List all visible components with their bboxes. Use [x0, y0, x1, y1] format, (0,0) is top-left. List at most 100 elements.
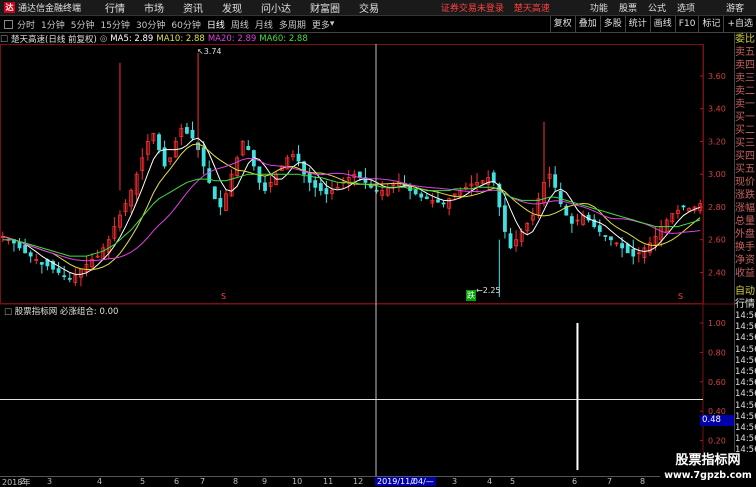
tool-stock[interactable]: 股票: [619, 1, 637, 14]
candle-body: [296, 153, 301, 162]
price-tick-label: 2.40: [708, 268, 726, 277]
side-time-row: 14:56: [735, 423, 756, 434]
menu-wealth[interactable]: 财富圈: [310, 0, 340, 15]
side-field-label: 涨跌: [735, 190, 755, 201]
candle-body: [313, 180, 318, 188]
chevron-down-icon[interactable]: ▾: [330, 19, 335, 29]
ma60-label: MA60: 2.88: [259, 34, 308, 44]
tdx-logo-icon: 达: [4, 2, 15, 13]
tab-intraday[interactable]: 分时: [17, 18, 35, 31]
menu-ask[interactable]: 问小达: [261, 0, 291, 15]
menu-discover[interactable]: 发现: [222, 0, 242, 15]
month-tick-label: 6: [174, 477, 180, 486]
legend-toggle-icon[interactable]: □: [0, 34, 8, 44]
side-time-row: 14:56: [735, 333, 756, 344]
side-time-row: 14:56: [735, 411, 756, 422]
month-tick-label: 4: [97, 477, 103, 486]
drop-badge: 跌: [466, 290, 476, 301]
side-field-label: 现价: [735, 177, 755, 188]
tool-formula[interactable]: 公式: [648, 1, 666, 14]
month-tick-label: 6: [572, 477, 578, 486]
side-time-row: 14:56: [735, 367, 756, 378]
adjust-button[interactable]: 复权: [549, 15, 575, 33]
candle-body: [162, 147, 167, 167]
tab-1min[interactable]: 1分钟: [41, 18, 65, 31]
menu-market[interactable]: 市场: [144, 0, 164, 15]
chart-toolbar: 复权 叠加 多股 统计 画线 F10 标记 +自选: [549, 15, 756, 33]
candle-body: [318, 183, 323, 191]
month-tick-label: 2: [20, 477, 26, 486]
side-field-label: 买三: [735, 138, 755, 149]
add-watchlist-button[interactable]: +自选: [723, 15, 756, 33]
month-tick-label: 3: [452, 477, 458, 486]
tab-60min[interactable]: 60分钟: [171, 18, 200, 31]
f10-button[interactable]: F10: [674, 15, 699, 33]
candle-body: [597, 225, 602, 232]
candle-body: [603, 235, 608, 237]
month-tick-label: 5: [510, 477, 516, 486]
draw-line-button[interactable]: 画线: [649, 15, 675, 33]
side-auto-label[interactable]: 自动: [735, 285, 756, 298]
side-time-row: 14:56: [735, 322, 756, 333]
statistics-button[interactable]: 统计: [624, 15, 650, 33]
month-tick-label: 8: [640, 477, 646, 486]
side-field-label: 卖五: [735, 47, 755, 58]
month-tick-label: 3: [47, 477, 53, 486]
side-field-label: 总量: [735, 216, 755, 227]
indicator-title: □ 股票指标网 必涨组合: 0.00: [4, 305, 118, 317]
period-bar: 分时 1分钟 5分钟 15分钟 30分钟 60分钟 日线 周线 月线 多周期 更…: [0, 15, 756, 33]
tab-more[interactable]: 更多: [312, 18, 330, 31]
candle-body: [185, 127, 189, 134]
side-field-label: 涨幅: [735, 203, 755, 214]
menu-trade[interactable]: 交易: [359, 0, 379, 15]
date-cursor-label: 2019/11/04/—: [375, 477, 436, 486]
indicator-tick-label: 0.20: [708, 437, 726, 446]
candle-body: [218, 197, 223, 208]
month-tick-label: 11: [323, 477, 334, 486]
tool-options[interactable]: 选项: [677, 1, 695, 14]
tab-monthly[interactable]: 月线: [255, 18, 273, 31]
candle-body: [413, 189, 418, 195]
ma-legend: □ 楚天高速(日线 前复权) ◎ MA5: 2.89 MA10: 2.88 MA…: [0, 33, 311, 45]
side-field-label: 买四: [735, 151, 755, 162]
side-time-row: 14:56: [735, 311, 756, 321]
price-tick-label: 3.20: [708, 137, 726, 146]
tab-weekly[interactable]: 周线: [231, 18, 249, 31]
month-tick-label: 5: [140, 477, 146, 486]
tab-multi-period[interactable]: 多周期: [279, 18, 306, 31]
mark-button[interactable]: 标记: [698, 15, 723, 33]
kline-chart[interactable]: 2.402.602.803.003.203.403.600.200.400.60…: [0, 33, 734, 476]
ma-settings-icon[interactable]: ◎: [100, 34, 107, 44]
multi-stock-button[interactable]: 多股: [599, 15, 625, 33]
side-field-label: 换手: [735, 242, 755, 253]
tool-function[interactable]: 功能: [590, 1, 608, 14]
max-price-annotation: ↖3.74: [197, 47, 222, 56]
candle-body: [56, 268, 61, 273]
side-field-label: 买一: [735, 112, 755, 123]
panel-toggle-icon[interactable]: [4, 19, 13, 29]
candle-body: [631, 249, 636, 257]
candle-body: [207, 168, 212, 183]
guest-label[interactable]: 游客: [726, 1, 744, 14]
menu-quotes[interactable]: 行情: [105, 0, 125, 15]
login-notice[interactable]: 证券交易未登录: [441, 1, 504, 14]
signal-marker: S: [678, 292, 684, 301]
menu-bar: 达 通达信金融终端 行情 市场 资讯 发现 问小达 财富圈 交易 证券交易未登录…: [0, 0, 756, 16]
tab-daily[interactable]: 日线: [207, 18, 225, 31]
candle-body: [503, 205, 507, 232]
tab-15min[interactable]: 15分钟: [100, 18, 129, 31]
menu-news[interactable]: 资讯: [183, 0, 203, 15]
candle-body: [436, 199, 440, 203]
price-tick-label: 2.60: [708, 236, 726, 245]
candle-body: [17, 241, 22, 249]
month-tick-label: 12: [353, 477, 364, 486]
overlay-button[interactable]: 叠加: [574, 15, 600, 33]
side-time-row: 14:56: [735, 400, 756, 411]
side-time-row: 14:56: [735, 378, 756, 389]
tab-5min[interactable]: 5分钟: [71, 18, 95, 31]
side-field-label: 买二: [735, 125, 755, 136]
candle-body: [357, 171, 362, 178]
indicator-toggle-icon[interactable]: □: [4, 307, 12, 317]
tab-30min[interactable]: 30分钟: [136, 18, 165, 31]
side-field-label: 买五: [735, 164, 755, 175]
